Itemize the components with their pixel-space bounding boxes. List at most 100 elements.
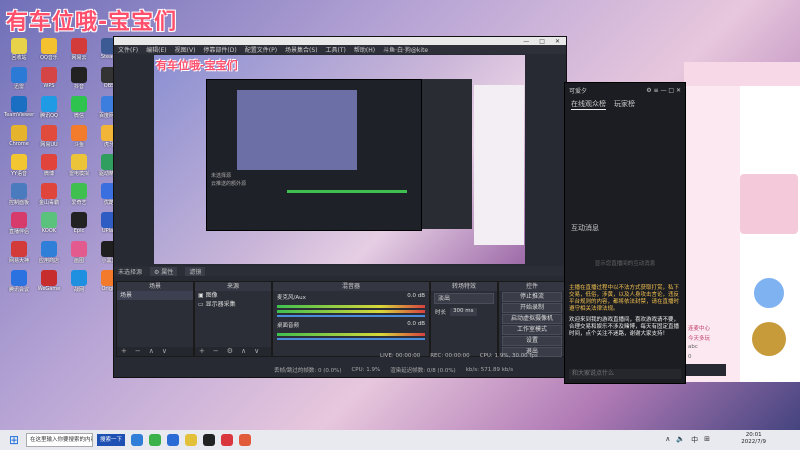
app-icon bbox=[11, 212, 27, 228]
chat-toolbar: 可爱夕 ⚙ ≡ — □ ✕ bbox=[565, 83, 685, 97]
app-icon bbox=[71, 96, 87, 112]
desktop-icon[interactable]: 斗鱼 bbox=[64, 125, 94, 154]
app-icon bbox=[41, 67, 57, 83]
tab-online-viewers[interactable]: 在线观众榜 bbox=[571, 99, 606, 110]
settings-button[interactable]: 设置 bbox=[502, 336, 562, 346]
desktop-icon-label: YY语音 bbox=[10, 171, 28, 177]
desktop-icon[interactable]: 战网 bbox=[64, 270, 94, 299]
menu-item[interactable]: 停靠部件(D) bbox=[203, 45, 236, 54]
desktop-icon[interactable]: 控制面板 bbox=[4, 183, 34, 212]
obs-preview[interactable]: 有车位哦-宝宝们 云推送的额外源 未选择源 bbox=[154, 55, 525, 264]
app-icon bbox=[41, 241, 57, 257]
remove-scene-button[interactable]: − bbox=[135, 347, 141, 356]
windows-start-icon[interactable]: ⊞ bbox=[6, 432, 22, 448]
desktop-icon[interactable]: 应用商店 bbox=[34, 241, 64, 270]
desktop-icon[interactable]: WeGame bbox=[34, 270, 64, 299]
desktop-icon[interactable]: WPS bbox=[34, 67, 64, 96]
minimize-button[interactable]: — bbox=[523, 38, 529, 45]
chat-title: 可爱夕 bbox=[569, 87, 588, 95]
volume-slider[interactable] bbox=[277, 338, 425, 340]
controls-dock: 控件 停止推流 开始录制 启动虚拟摄像机 工作室模式 设置 退出 bbox=[498, 281, 566, 357]
desktop-icon[interactable]: 网易UU bbox=[34, 125, 64, 154]
scene-item[interactable]: 场景 bbox=[117, 291, 193, 300]
dropped-frames: 丢帧/跳过的帧数: 0 (0.0%) bbox=[274, 368, 342, 374]
desktop-icon[interactable]: KOOK bbox=[34, 212, 64, 241]
desktop-icon[interactable]: TeamViewer bbox=[4, 96, 34, 125]
maximize-button[interactable]: □ bbox=[539, 38, 545, 45]
ime-icon[interactable]: 中 bbox=[691, 435, 698, 445]
close-button[interactable]: ✕ bbox=[555, 38, 560, 45]
desktop-icon[interactable]: 微信 bbox=[64, 96, 94, 125]
source-item-image[interactable]: ▣ 图像 bbox=[195, 291, 271, 300]
menu-item[interactable]: 编辑(E) bbox=[146, 45, 166, 54]
obs-app-icon[interactable] bbox=[203, 434, 216, 446]
desktop-icon[interactable]: 金山毒霸 bbox=[34, 183, 64, 212]
taskbar-search-button[interactable]: 搜索一下 bbox=[97, 434, 126, 446]
filters-button[interactable]: 滤镜 bbox=[185, 266, 206, 276]
menu-item[interactable]: 场景集合(S) bbox=[285, 45, 318, 54]
notification-icon[interactable]: ⊞ bbox=[704, 435, 710, 445]
desktop-icon[interactable]: 画图 bbox=[64, 241, 94, 270]
gear-icon[interactable]: ⚙ bbox=[227, 347, 233, 356]
tab-player-rank[interactable]: 玩家榜 bbox=[614, 99, 635, 109]
menu-item[interactable]: 工具(T) bbox=[326, 45, 346, 54]
desktop-icon[interactable]: 网易大神 bbox=[4, 241, 34, 270]
menu-item[interactable]: 文件(F) bbox=[118, 45, 138, 54]
start-recording-button[interactable]: 开始录制 bbox=[502, 303, 562, 313]
studio-mode-button[interactable]: 工作室模式 bbox=[502, 325, 562, 335]
add-app-button[interactable] bbox=[752, 276, 786, 310]
app-icon[interactable] bbox=[221, 434, 234, 446]
desktop-icon[interactable]: 迅雷 bbox=[4, 67, 34, 96]
app-icon bbox=[11, 125, 27, 141]
menu-item[interactable]: 帮助(H) bbox=[354, 45, 375, 54]
task-view-icon[interactable] bbox=[131, 434, 144, 446]
taskbar-clock[interactable]: 20:01 2022/7/9 bbox=[741, 432, 766, 446]
rank-badge-icon bbox=[752, 322, 786, 356]
app-icon[interactable] bbox=[149, 434, 162, 446]
virtual-camera-button[interactable]: 启动虚拟摄像机 bbox=[502, 314, 562, 324]
add-scene-button[interactable]: + bbox=[121, 347, 127, 356]
move-up-source-button[interactable]: ∧ bbox=[241, 347, 246, 356]
desktop-icon[interactable]: 腾讯会议 bbox=[4, 270, 34, 299]
desktop-icon[interactable]: 雷电模拟 bbox=[64, 154, 94, 183]
app-icon bbox=[11, 270, 27, 286]
desktop-icon[interactable]: 爱奇艺 bbox=[64, 183, 94, 212]
menu-item[interactable]: 配置文件(P) bbox=[245, 45, 277, 54]
properties-button[interactable]: ⚙ 属性 bbox=[150, 266, 178, 276]
app-icon[interactable] bbox=[167, 434, 180, 446]
move-down-source-button[interactable]: ∨ bbox=[254, 347, 259, 356]
pink-label-0: 连麦中心 bbox=[688, 326, 711, 332]
remove-source-button[interactable]: − bbox=[213, 347, 219, 356]
app-icon bbox=[71, 154, 87, 170]
stop-stream-button[interactable]: 停止推流 bbox=[502, 292, 562, 302]
desktop-icon[interactable]: Chrome bbox=[4, 125, 34, 154]
desktop-icon-grid: 回收站 QQ音乐 网易云 Steam 迅雷 WPS 抖音 OBS TeamViewer 腾讯QQ 微… bbox=[4, 38, 124, 408]
chat-input[interactable]: 和大家说点什么 bbox=[569, 369, 681, 379]
volume-slider[interactable] bbox=[277, 315, 425, 317]
app-icon[interactable] bbox=[239, 434, 252, 446]
tray-chevron-icon[interactable]: ∧ bbox=[665, 435, 670, 445]
taskbar-search-input[interactable]: 在这里输入你要搜索的内容 bbox=[26, 433, 93, 447]
desktop-icon[interactable]: 回收站 bbox=[4, 38, 34, 67]
render-lag: 渲染延迟帧数: 0/8 (0.0%) bbox=[390, 368, 456, 374]
desktop-icon[interactable]: 腾讯QQ bbox=[34, 96, 64, 125]
menu-item[interactable]: 视图(V) bbox=[175, 45, 196, 54]
desktop-icon[interactable]: Epic bbox=[64, 212, 94, 241]
desktop-icon[interactable]: 抖音 bbox=[64, 67, 94, 96]
move-down-scene-button[interactable]: ∨ bbox=[162, 347, 167, 356]
nested-browser-capture bbox=[474, 85, 524, 245]
transition-type-select[interactable]: 淡出 bbox=[434, 293, 494, 304]
desktop-icon[interactable]: QQ音乐 bbox=[34, 38, 64, 67]
source-item-display[interactable]: ▭ 显示器采集 bbox=[195, 300, 271, 309]
app-icon[interactable] bbox=[185, 434, 198, 446]
move-up-scene-button[interactable]: ∧ bbox=[149, 347, 154, 356]
volume-icon[interactable]: 🔈 bbox=[676, 435, 685, 445]
desktop-icon-label: 微信 bbox=[73, 113, 84, 119]
desktop-icon[interactable]: 网易云 bbox=[64, 38, 94, 67]
transition-duration-input[interactable]: 300 ms bbox=[450, 308, 477, 316]
add-source-button[interactable]: + bbox=[199, 347, 205, 356]
desktop-icon[interactable]: 直播伴侣 bbox=[4, 212, 34, 241]
menu-item[interactable]: 斗鱼·白·狗@kite bbox=[383, 45, 428, 54]
desktop-icon[interactable]: 微博 bbox=[34, 154, 64, 183]
desktop-icon[interactable]: YY语音 bbox=[4, 154, 34, 183]
